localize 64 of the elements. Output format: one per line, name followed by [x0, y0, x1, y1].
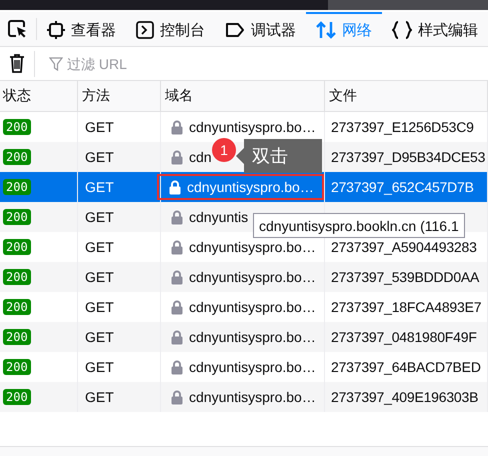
callout-bubble: 双击 — [236, 139, 322, 173]
file-name: 2737397_D95B34DCE53 — [331, 149, 486, 165]
domain-text: cdnyuntisyspro.bo… — [189, 119, 316, 135]
lock-icon — [171, 360, 183, 374]
file-name: 2737397_652C457D7B — [331, 179, 474, 195]
file-name: 2737397_0481980F49F — [331, 329, 477, 345]
tab[interactable]: 调试器 — [215, 12, 306, 46]
lock-icon — [171, 390, 183, 404]
lock-icon — [171, 240, 183, 254]
status-badge: 200 — [3, 299, 31, 315]
lock-icon — [171, 300, 183, 314]
table-cell: GET — [78, 202, 161, 232]
domain-text: cdnyuntisyspro.bo… — [189, 329, 316, 345]
up-down-arrows-icon — [316, 21, 336, 39]
lock-icon — [171, 210, 183, 224]
domain-text: cdnyuntisyspro.bo… — [189, 299, 316, 315]
file-name: 2737397_539BDDD0AA — [331, 269, 480, 285]
status-badge: 200 — [3, 389, 31, 405]
tooltip: cdnyuntisyspro.bookln.cn (116.1 — [253, 213, 465, 238]
status-badge: 200 — [3, 269, 31, 285]
console-icon — [136, 21, 154, 39]
domain-text: cdnyuntisyspro.bo… — [189, 239, 316, 255]
lock-icon — [171, 120, 183, 134]
lock-icon — [171, 150, 183, 164]
domain-text: cdn — [189, 149, 212, 165]
column-header[interactable]: 方法 — [78, 81, 161, 112]
domain-text: cdnyuntisyspro.bo… — [189, 389, 316, 405]
lock-icon — [171, 270, 183, 284]
element-picker-icon[interactable] — [8, 20, 28, 38]
column-header[interactable]: 状态 — [0, 81, 78, 112]
domain-text: cdnyuntisyspro.bo… — [189, 359, 316, 375]
tab[interactable]: 控制台 — [126, 12, 215, 46]
lock-icon — [169, 180, 181, 194]
trash-icon[interactable] — [9, 54, 25, 73]
lock-icon — [171, 330, 183, 344]
domain-text: cdnyuntisyspro.bo… — [187, 179, 314, 195]
table-cell: GET — [78, 322, 161, 352]
status-badge: 200 — [3, 239, 31, 255]
status-badge: 200 — [3, 149, 31, 165]
file-name: 2737397_409E196303B — [331, 389, 478, 405]
status-badge: 200 — [3, 119, 31, 135]
curly-braces-icon — [392, 21, 412, 39]
table-cell: GET — [78, 382, 161, 412]
file-name: 2737397_E1256D53C9 — [331, 119, 474, 135]
file-name: 2737397_18FCA4893E7 — [331, 299, 482, 315]
column-header[interactable]: 文件 — [325, 81, 488, 112]
status-badge: 200 — [3, 359, 31, 375]
status-badge: 200 — [3, 329, 31, 345]
table-cell: GET — [78, 262, 161, 292]
file-name: 2737397_64BACD7BED — [331, 359, 481, 375]
tab[interactable]: 查看器 — [37, 12, 126, 46]
tab[interactable]: 样式编辑 — [382, 12, 488, 46]
domain-text: cdnyuntis — [189, 209, 248, 225]
tag-shape-icon — [225, 22, 245, 38]
table-cell: GET — [78, 142, 161, 172]
file-name: 2737397_A5904493283 — [331, 239, 477, 255]
domain-text: cdnyuntisyspro.bo… — [189, 269, 316, 285]
filter-icon — [49, 56, 63, 70]
crosshair-box-icon — [47, 21, 65, 39]
status-badge: 200 — [3, 179, 31, 195]
step-number-badge: 1 — [212, 138, 236, 162]
status-badge: 200 — [3, 209, 31, 225]
table-cell: GET — [78, 172, 161, 202]
column-header[interactable]: 域名 — [161, 81, 325, 112]
